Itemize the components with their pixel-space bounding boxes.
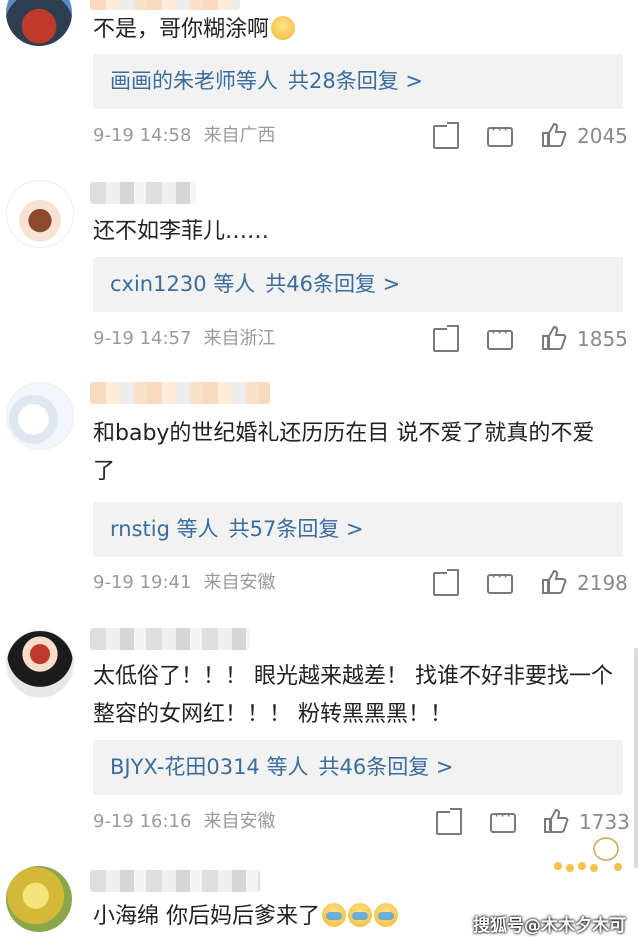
username-blurred[interactable]	[90, 382, 270, 404]
comment-icon[interactable]	[487, 120, 513, 147]
comment-item: 还不如李菲儿…… cxin1230 等人 共46条回复 > 9-19 14:57 来…	[0, 170, 640, 370]
comment-time: 9-19 14:58	[93, 125, 192, 146]
comment-icon[interactable]	[487, 567, 513, 594]
comment-item: 太低俗了！！！ 眼光越来越差！ 找谁不好非要找一个整容的女网红！！！ 粉转黑黑黑…	[0, 612, 640, 852]
share-icon[interactable]	[433, 325, 459, 352]
comment-text: 太低俗了！！！ 眼光越来越差！ 找谁不好非要找一个整容的女网红！！！ 粉转黑黑黑…	[93, 664, 613, 727]
comment-time: 9-19 19:41	[93, 572, 192, 593]
username-blurred[interactable]	[90, 182, 196, 204]
avatar[interactable]	[6, 382, 74, 450]
comment-meta: 9-19 19:41 来自安徽	[93, 569, 275, 597]
share-icon[interactable]	[436, 808, 462, 835]
comment-text: 和baby的世纪婚礼还历历在目 说不爱了就真的不爱了	[93, 421, 595, 484]
crying-emoji-icon	[348, 903, 372, 927]
like-count: 2045	[577, 124, 628, 148]
reply-count[interactable]: 共28条回复 >	[288, 69, 423, 93]
avatar[interactable]	[6, 630, 74, 698]
comment-meta: 9-19 14:58 来自广西	[93, 122, 275, 150]
avatar[interactable]	[6, 180, 74, 248]
smile-emoji-icon	[271, 16, 296, 40]
reply-users[interactable]: cxin1230 等人	[110, 272, 255, 296]
reply-count[interactable]: 共46条回复 >	[265, 272, 400, 296]
replies-box[interactable]: BJYX-花田0314 等人 共46条回复 >	[93, 740, 623, 795]
replies-box[interactable]: cxin1230 等人 共46条回复 >	[93, 257, 623, 312]
username-blurred[interactable]	[90, 628, 250, 650]
replies-box[interactable]: 画画的朱老师等人 共28条回复 >	[93, 54, 623, 109]
replies-box[interactable]: rnstig 等人 共57条回复 >	[93, 502, 623, 557]
username-blurred[interactable]	[90, 0, 240, 10]
share-icon[interactable]	[433, 569, 459, 596]
thumbs-up-icon	[544, 808, 569, 833]
comment-time: 9-19 14:57	[93, 328, 192, 349]
thumbs-up-icon	[542, 325, 567, 350]
comment-icon[interactable]	[487, 323, 513, 350]
comment-time: 9-19 16:16	[93, 811, 192, 832]
comment-meta: 9-19 16:16 来自安徽	[93, 808, 275, 836]
comment-location: 来自安徽	[203, 572, 276, 593]
comment-meta: 9-19 14:57 来自浙江	[93, 325, 275, 353]
thumbs-up-icon	[542, 569, 567, 594]
comment-feed: 不是，哥你糊涂啊 画画的朱老师等人 共28条回复 > 9-19 14:58 来自广西…	[0, 0, 640, 946]
like-count: 1733	[579, 810, 630, 834]
reply-users[interactable]: BJYX-花田0314 等人	[110, 755, 308, 779]
comment-location: 来自广西	[203, 125, 276, 146]
comment-item: 和baby的世纪婚礼还历历在目 说不爱了就真的不爱了 rnstig 等人 共57条…	[0, 370, 640, 872]
comment-item: 不是，哥你糊涂啊 画画的朱老师等人 共28条回复 > 9-19 14:58 来自广西…	[0, 0, 640, 170]
like-count: 1855	[577, 327, 628, 351]
reply-users[interactable]: 画画的朱老师等人	[110, 69, 278, 93]
comment-icon[interactable]	[490, 806, 516, 833]
reply-count[interactable]: 共46条回复 >	[318, 755, 453, 779]
comment-text: 不是，哥你糊涂啊	[93, 11, 600, 49]
reply-count[interactable]: 共57条回复 >	[229, 517, 364, 541]
share-icon[interactable]	[433, 122, 459, 149]
comment-text: 还不如李菲儿……	[93, 219, 270, 244]
like-count: 2198	[577, 571, 628, 595]
watermark: 搜狐号@木木夕木可	[473, 916, 626, 936]
comment-location: 来自浙江	[203, 328, 276, 349]
scrollbar[interactable]	[634, 648, 638, 868]
username-blurred[interactable]	[90, 870, 260, 892]
crying-emoji-icon	[374, 903, 398, 927]
crying-emoji-icon	[322, 903, 346, 927]
avatar[interactable]	[6, 0, 72, 46]
reply-users[interactable]: rnstig 等人	[110, 517, 219, 541]
avatar[interactable]	[6, 866, 72, 932]
thumbs-up-icon	[542, 122, 567, 147]
comment-location: 来自安徽	[203, 811, 276, 832]
